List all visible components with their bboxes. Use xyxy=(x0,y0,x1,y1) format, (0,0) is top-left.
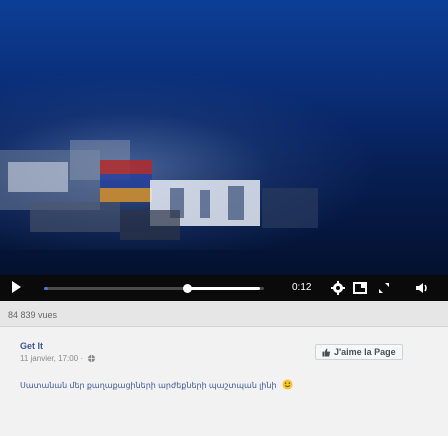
progress-bar[interactable] xyxy=(44,284,264,293)
globe-icon[interactable] xyxy=(87,354,96,363)
gear-icon[interactable] xyxy=(330,280,346,296)
progress-knob[interactable] xyxy=(183,284,192,293)
video-controls: 0:12 xyxy=(0,275,448,301)
fullscreen-icon[interactable] xyxy=(376,280,392,296)
hd-icon[interactable] xyxy=(352,280,368,296)
progress-fill xyxy=(44,287,49,290)
video-frame[interactable] xyxy=(0,0,448,275)
post-date: 11 janvier, 17:00 · xyxy=(20,354,84,363)
time-label: 0:12 xyxy=(292,282,312,293)
play-icon[interactable] xyxy=(12,281,21,293)
thumbs-up-icon xyxy=(322,347,331,357)
post-info-panel: Get It 11 janvier, 17:00 · J'aime la Pag… xyxy=(0,327,448,436)
like-page-button[interactable]: J'aime la Page xyxy=(315,344,403,360)
post-meta: 11 janvier, 17:00 · xyxy=(20,354,96,363)
view-count: 84 839 vues xyxy=(8,310,58,320)
video-scene xyxy=(0,140,318,240)
buffer-fill xyxy=(187,287,260,290)
smile-emoji-icon xyxy=(282,379,293,390)
volume-icon[interactable] xyxy=(414,280,430,296)
like-page-label: J'aime la Page xyxy=(334,347,396,357)
views-bar: 84 839 vues xyxy=(0,301,448,327)
page-name-link[interactable]: Get It xyxy=(20,341,43,351)
caption-text: Սատանան մեր քաղաքացիների արժեքների պաշտպ… xyxy=(20,381,277,390)
post-caption: Սատանան մեր քաղաքացիների արժեքների պաշտպ… xyxy=(20,379,293,390)
